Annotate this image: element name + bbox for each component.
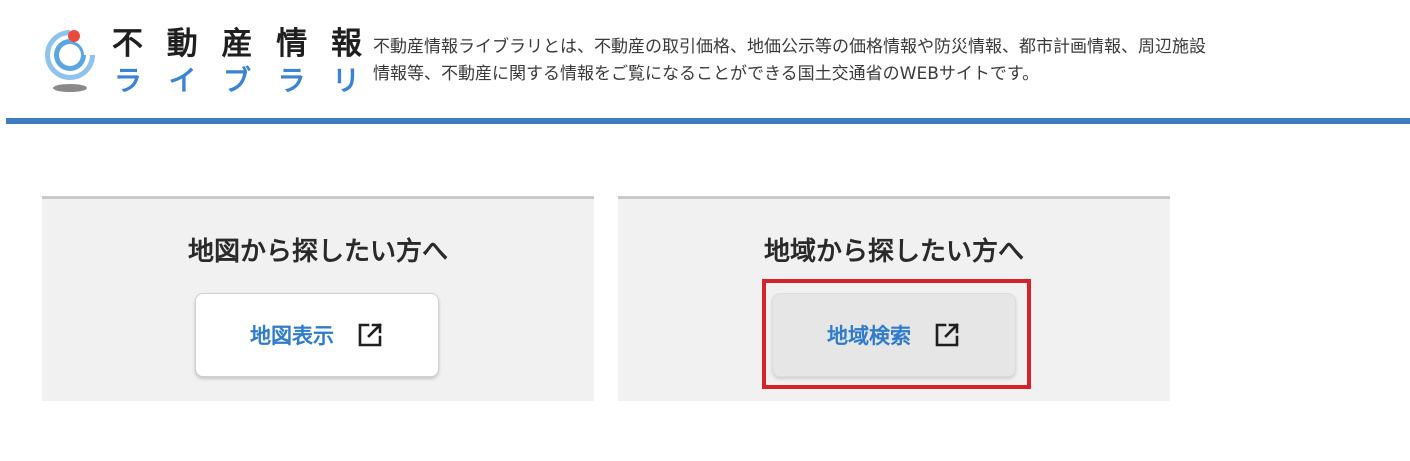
logo-char: ブ: [222, 64, 251, 97]
button-label: 地図表示: [250, 324, 334, 348]
site-header: 不 動 産 情 報 ラ イ ブ ラ リ 不動産情報ライブラリとは、不動産の取引価…: [0, 0, 1410, 120]
map-display-button[interactable]: 地図表示: [195, 293, 439, 377]
logo-char: 情: [276, 26, 308, 62]
area-search-button[interactable]: 地域検索: [772, 293, 1016, 377]
logo-title-katakana: ラ イ ブ ラ リ: [114, 64, 360, 98]
panel-title: 地域から探したい方へ: [763, 237, 1024, 267]
description-line: 情報等、不動産に関する情報をご覧になることができる国土交通省のWEBサイトです。: [373, 64, 1040, 84]
logo-char: 産: [221, 26, 253, 62]
logo-char: ラ: [114, 64, 143, 97]
logo-char: 動: [166, 26, 198, 62]
logo-char: 報: [331, 26, 362, 62]
panel-title: 地図から探したい方へ: [187, 237, 448, 267]
external-link-icon: [935, 323, 959, 347]
logo-title-kanji: 不 動 産 情 報: [112, 24, 362, 64]
logo-char: イ: [168, 64, 197, 97]
site-description: 不動産情報ライブラリとは、不動産の取引価格、地価公示等の価格情報や防災情報、都市…: [373, 34, 1403, 88]
external-link-icon: [358, 323, 382, 347]
button-label: 地域検索: [827, 324, 911, 348]
logo-char: リ: [331, 64, 360, 97]
logo-mark-icon: [45, 30, 95, 92]
logo-char: ラ: [277, 64, 306, 97]
map-search-panel: 地図から探したい方へ 地図表示: [42, 196, 594, 401]
header-divider: [6, 118, 1410, 124]
area-search-panel: 地域から探したい方へ 地域検索: [618, 196, 1170, 401]
logo-char: 不: [112, 26, 143, 62]
description-line: 不動産情報ライブラリとは、不動産の取引価格、地価公示等の価格情報や防災情報、都市…: [373, 37, 1206, 57]
site-logo[interactable]: 不 動 産 情 報 ラ イ ブ ラ リ: [40, 22, 362, 102]
